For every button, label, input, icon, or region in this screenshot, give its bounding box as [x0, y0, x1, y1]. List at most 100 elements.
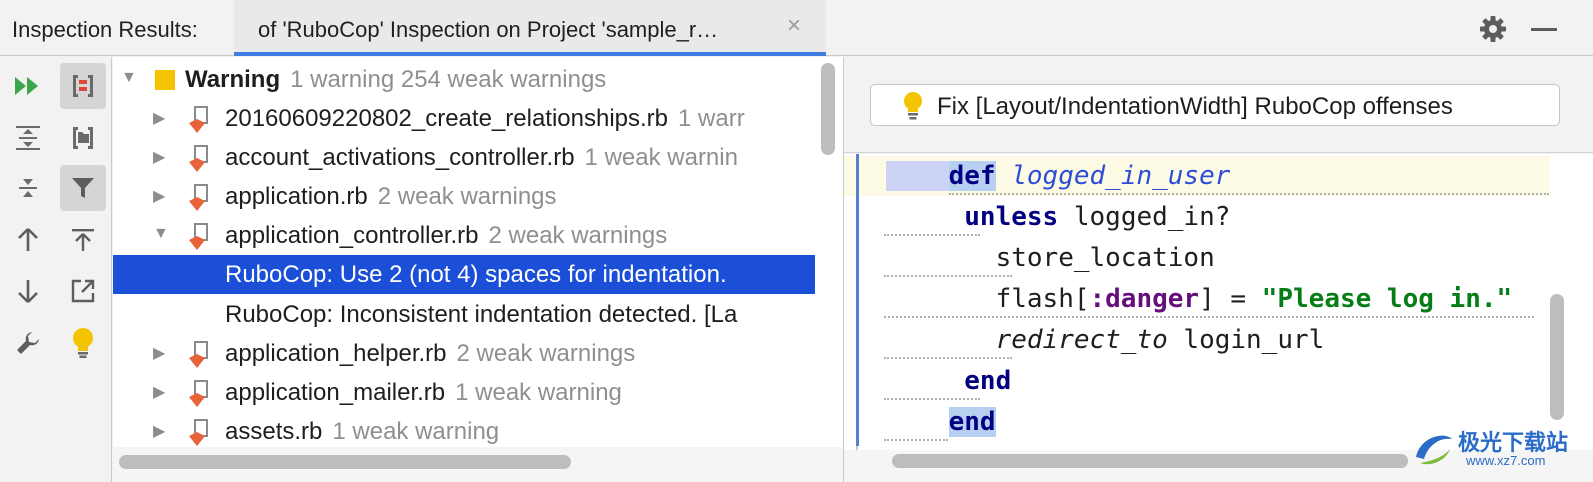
tree-row-file[interactable]: ▶ account_activations_controller.rb 1 wea… — [113, 138, 815, 177]
file-warning-count: 1 weak warning — [332, 418, 500, 445]
scrollbar-thumb[interactable] — [1550, 294, 1564, 420]
code-text: login_url — [1167, 325, 1325, 355]
watermark-url: www.xz7.com — [1466, 453, 1546, 468]
collapsed-arrow-icon[interactable]: ▶ — [153, 108, 165, 128]
collapsed-arrow-icon[interactable]: ▶ — [153, 421, 165, 441]
tool-window-header: Inspection Results: of 'RuboCop' Inspect… — [0, 0, 1593, 56]
weak-warning-underline — [884, 314, 1534, 318]
weak-warning-underline — [884, 273, 1012, 277]
fix-offenses-button[interactable]: Fix [Layout/IndentationWidth] RuboCop of… — [870, 84, 1560, 126]
tree-row-file[interactable]: ▶ application_helper.rb 2 weak warnings — [113, 334, 815, 373]
warning-severity-icon — [155, 70, 175, 90]
tool-window-title: Inspection Results: — [12, 17, 198, 42]
collapse-all-button[interactable] — [5, 165, 51, 211]
filter-icon — [72, 178, 94, 198]
ruby-file-icon — [189, 184, 208, 211]
tree-row-file[interactable]: ▶ application_mailer.rb 1 weak warning — [113, 373, 815, 412]
previous-icon — [18, 228, 38, 251]
inspection-tree[interactable]: ▼ Warning 1 warning 254 weak warnings ▶ 2… — [113, 57, 815, 447]
file-name: application.rb — [225, 183, 368, 210]
tab-inspection-results[interactable]: of 'RuboCop' Inspection on Project 'samp… — [234, 0, 826, 56]
autoscroll-button[interactable] — [60, 268, 106, 314]
group-by-severity-icon — [73, 75, 93, 97]
expand-all-button[interactable] — [5, 115, 51, 161]
editor-vertical-scrollbar[interactable] — [1550, 154, 1593, 450]
collapsed-arrow-icon[interactable]: ▶ — [153, 147, 165, 167]
quick-fix-button[interactable] — [60, 320, 106, 366]
scrollbar-thumb[interactable] — [119, 455, 571, 469]
ruby-file-icon — [189, 341, 208, 368]
gear-icon[interactable] — [1478, 14, 1508, 44]
tree-row-severity-warning[interactable]: ▼ Warning 1 warning 254 weak warnings — [113, 60, 815, 99]
next-problem-button[interactable] — [5, 268, 51, 314]
collapsed-arrow-icon[interactable]: ▶ — [153, 382, 165, 402]
code-text: logged_in? — [1058, 202, 1231, 232]
watermark: 极光下载站 www.xz7.com — [1410, 421, 1593, 482]
method-call: redirect_to — [995, 325, 1168, 355]
collapsed-arrow-icon[interactable]: ▶ — [153, 343, 165, 363]
tree-row-file[interactable]: ▶ 20160609220802_create_relationships.rb… — [113, 99, 815, 138]
symbol: :danger — [1089, 284, 1200, 314]
tree-vertical-scrollbar[interactable] — [815, 57, 843, 447]
problem-preview-header: Fix [Layout/IndentationWidth] RuboCop of… — [844, 57, 1593, 153]
group-by-severity-button[interactable] — [60, 63, 106, 109]
tree-horizontal-scrollbar[interactable] — [113, 447, 843, 482]
rerun-icon — [15, 77, 38, 95]
file-name: application_controller.rb — [225, 222, 479, 249]
settings-button[interactable] — [5, 320, 51, 366]
expanded-arrow-icon[interactable]: ▼ — [121, 69, 137, 87]
tree-row-problem-selected[interactable]: RuboCop: Use 2 (not 4) spaces for indent… — [113, 255, 815, 294]
ruby-file-icon — [189, 419, 208, 446]
keyword: end — [964, 366, 1012, 396]
tree-row-file[interactable]: ▶ application.rb 2 weak warnings — [113, 177, 815, 216]
expanded-arrow-icon[interactable]: ▼ — [153, 225, 169, 243]
file-warning-count: 1 warr — [678, 105, 745, 132]
file-warning-count: 1 weak warning — [455, 379, 622, 406]
group-by-directory-button[interactable] — [60, 115, 106, 161]
watermark-logo-icon — [1416, 435, 1452, 465]
severity-label: Warning — [185, 66, 281, 93]
rerun-button[interactable] — [5, 63, 51, 109]
ruby-file-icon — [189, 145, 208, 172]
wrench-icon — [17, 332, 39, 354]
close-icon[interactable]: × — [787, 14, 801, 38]
file-warning-count: 2 weak warnings — [456, 340, 636, 367]
file-name: application_mailer.rb — [225, 379, 446, 406]
autoscroll-icon — [71, 279, 95, 303]
change-marker — [856, 154, 859, 446]
filter-button[interactable] — [60, 165, 106, 211]
collapse-all-icon — [19, 179, 37, 197]
file-name: application_helper.rb — [225, 340, 447, 367]
problem-description: RuboCop: Inconsistent indentation detect… — [225, 301, 738, 328]
scrollbar-thumb[interactable] — [892, 454, 1408, 468]
keyword: end — [948, 407, 996, 437]
weak-warning-underline — [884, 437, 948, 441]
method-name: logged_in_user — [1011, 161, 1231, 191]
weak-warning-underline — [884, 355, 1012, 359]
code-text: store_location — [995, 243, 1215, 273]
export-button[interactable] — [60, 217, 106, 263]
next-icon — [18, 280, 38, 303]
fix-offenses-label: Fix [Layout/IndentationWidth] RuboCop of… — [937, 93, 1453, 120]
code-preview-editor[interactable]: def logged_in_user unless logged_in? sto… — [844, 154, 1550, 450]
string-literal: "Please log in." — [1261, 284, 1513, 314]
file-name: account_activations_controller.rb — [225, 144, 575, 171]
tree-row-file[interactable]: ▶ assets.rb 1 weak warning — [113, 412, 815, 447]
collapsed-arrow-icon[interactable]: ▶ — [153, 186, 165, 206]
previous-problem-button[interactable] — [5, 217, 51, 263]
weak-warning-underline — [884, 396, 980, 400]
file-name: 20160609220802_create_relationships.rb — [225, 105, 669, 132]
tree-row-file[interactable]: ▼ application_controller.rb 2 weak warnin… — [113, 216, 815, 255]
keyword: def — [948, 161, 996, 191]
problem-description: RuboCop: Use 2 (not 4) spaces for indent… — [225, 261, 727, 288]
weak-warning-underline — [884, 232, 980, 236]
file-warning-count: 2 weak warnings — [377, 183, 557, 210]
tab-label: of 'RuboCop' Inspection on Project 'samp… — [258, 17, 719, 42]
scrollbar-thumb[interactable] — [821, 63, 835, 155]
tree-row-problem[interactable]: RuboCop: Inconsistent indentation detect… — [113, 295, 815, 334]
export-icon — [72, 229, 94, 251]
file-name: assets.rb — [225, 418, 323, 445]
code-text: flash[ — [995, 284, 1090, 314]
minimize-icon[interactable] — [1531, 28, 1557, 31]
lightbulb-icon — [904, 92, 922, 120]
